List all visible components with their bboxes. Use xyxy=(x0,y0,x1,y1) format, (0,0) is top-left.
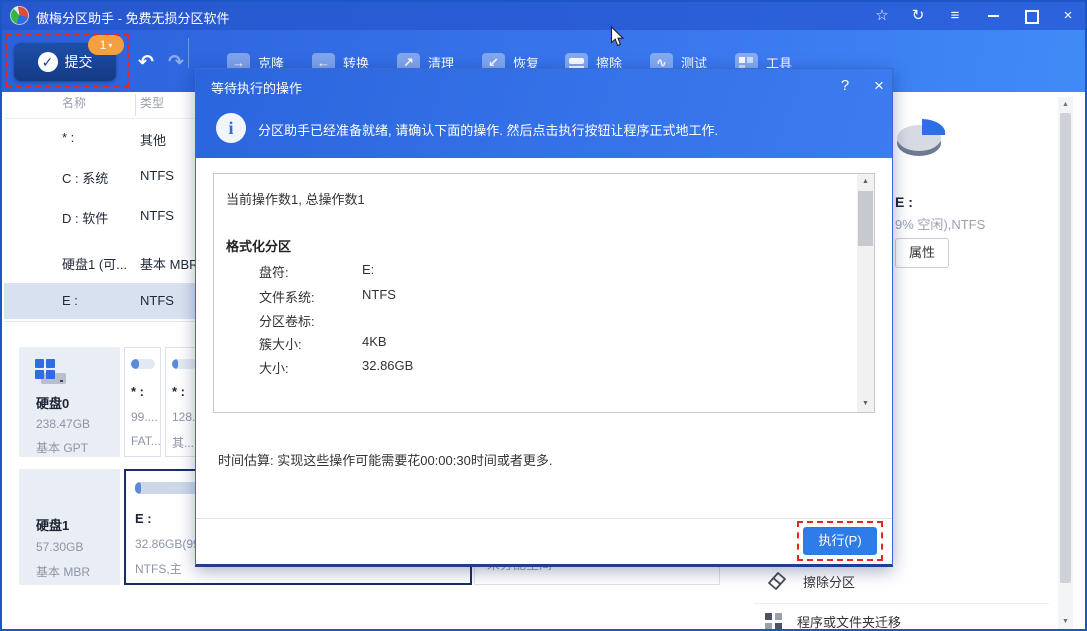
action-app-mover[interactable]: 程序或文件夹迁移 xyxy=(765,612,901,631)
table-row[interactable]: * : 其他 xyxy=(4,120,195,156)
app-logo-icon xyxy=(10,6,29,25)
undo-button[interactable]: ↶ xyxy=(135,52,157,74)
properties-button[interactable]: 属性 xyxy=(895,238,949,268)
row-type: 基本 MBR xyxy=(140,254,199,273)
pending-operations-badge[interactable]: 1 ▾ xyxy=(88,35,124,55)
pending-operations-dialog: 等待执行的操作 ? × i 分区助手已经准备就绪, 请确认下面的操作. 然后点击… xyxy=(195,68,893,567)
refresh-icon[interactable]: ↻ xyxy=(903,5,933,27)
row-name: C : 系统 xyxy=(62,168,108,187)
column-header-type[interactable]: 类型 xyxy=(140,94,164,111)
execute-button[interactable]: 执行(P) xyxy=(803,527,877,555)
scroll-down-icon[interactable]: ▼ xyxy=(857,396,874,412)
partition-fs: 其... xyxy=(172,434,194,451)
app-title: 傲梅分区助手 - 免费无损分区软件 xyxy=(36,8,230,27)
disk0-card[interactable]: 硬盘0 238.47GB 基本 GPT xyxy=(19,347,120,457)
table-row[interactable]: 硬盘1 (可... 基本 MBR xyxy=(4,244,195,280)
partition-label: * : xyxy=(131,384,144,399)
footer-divider xyxy=(196,518,892,519)
scroll-up-icon[interactable]: ▲ xyxy=(1058,97,1073,112)
disk1-card[interactable]: 硬盘1 57.30GB 基本 MBR xyxy=(19,469,120,585)
minimize-button[interactable] xyxy=(978,5,1008,27)
operations-summary: 当前操作数1, 总操作数1 xyxy=(226,189,365,208)
table-row[interactable]: C : 系统 NTFS xyxy=(4,158,195,194)
disk-size: 57.30GB xyxy=(36,540,83,554)
row-type: 其他 xyxy=(140,130,166,149)
action-label: 程序或文件夹迁移 xyxy=(797,612,901,631)
scrollbar-thumb[interactable] xyxy=(1060,113,1071,583)
detail-label: 簇大小: xyxy=(259,334,302,353)
partition-size: 99.... xyxy=(131,410,158,424)
row-type: NTFS xyxy=(140,208,174,223)
dialog-info-text: 分区助手已经准备就绪, 请确认下面的操作. 然后点击执行按钮让程序正式地工作. xyxy=(258,120,858,139)
check-icon: ✓ xyxy=(38,52,58,72)
detail-value: 4KB xyxy=(362,334,387,349)
dialog-header: 等待执行的操作 ? × i 分区助手已经准备就绪, 请确认下面的操作. 然后点击… xyxy=(196,69,892,158)
toolbar-divider xyxy=(188,38,189,68)
dialog-close-icon[interactable]: × xyxy=(868,75,890,97)
mouse-cursor xyxy=(610,26,625,53)
chevron-down-icon: ▾ xyxy=(108,41,112,50)
detail-value: E: xyxy=(362,262,374,277)
redo-button[interactable]: ↷ xyxy=(165,52,187,74)
usage-pie-chart xyxy=(895,112,947,167)
disk-icon xyxy=(35,359,67,387)
action-label: 擦除分区 xyxy=(803,572,855,591)
disk-style: 基本 GPT xyxy=(36,439,88,456)
disk-name: 硬盘0 xyxy=(36,393,69,412)
menu-icon[interactable]: ≡ xyxy=(940,5,970,27)
disk-style: 基本 MBR xyxy=(36,563,90,580)
row-name: 硬盘1 (可... xyxy=(62,254,127,273)
detail-label: 文件系统: xyxy=(259,287,315,306)
partition-label: * : xyxy=(172,384,185,399)
maximize-button[interactable] xyxy=(1017,5,1047,27)
close-button[interactable]: × xyxy=(1053,5,1083,27)
sidebar-partition-info: 9% 空闲),NTFS xyxy=(895,214,985,233)
row-type: NTFS xyxy=(140,168,174,183)
row-name: * : xyxy=(62,130,74,145)
detail-label: 大小: xyxy=(259,358,289,377)
disk-name: 硬盘1 xyxy=(36,515,69,534)
detail-value: NTFS xyxy=(362,287,396,302)
partition-size: 32.86GB(99 xyxy=(135,537,200,551)
info-icon: i xyxy=(216,113,246,143)
dialog-title: 等待执行的操作 xyxy=(211,78,302,97)
row-name: D : 软件 xyxy=(62,208,108,227)
eraser-icon xyxy=(765,568,789,595)
operation-title: 格式化分区 xyxy=(226,236,291,255)
partition-fs: FAT... xyxy=(131,434,161,448)
table-row[interactable]: D : 软件 NTFS xyxy=(4,198,195,234)
sidebar-scrollbar[interactable]: ▲ ▼ xyxy=(1058,97,1073,629)
operations-listbox[interactable]: 当前操作数1, 总操作数1 格式化分区 盘符: E: 文件系统: NTFS 分区… xyxy=(213,173,875,413)
usb-icon xyxy=(38,480,51,502)
time-estimate: 时间估算: 实现这些操作可能需要花00:00:30时间或者更多. xyxy=(218,450,552,469)
table-row-selected[interactable]: E : NTFS xyxy=(4,283,195,319)
column-header-name[interactable]: 名称 xyxy=(62,94,86,111)
app-mover-icon xyxy=(765,613,783,631)
submit-label: 提交 xyxy=(65,52,93,72)
detail-label: 分区卷标: xyxy=(259,311,315,330)
scrollbar-thumb[interactable] xyxy=(858,191,873,246)
disk0-partition1-block[interactable]: * : 99.... FAT... xyxy=(124,347,161,457)
pending-count: 1 xyxy=(100,38,107,52)
usb-icon xyxy=(36,248,49,270)
action-erase-partition[interactable]: 擦除分区 xyxy=(765,568,855,595)
detail-value: 32.86GB xyxy=(362,358,413,373)
sidebar-partition-name: E : xyxy=(895,194,913,210)
row-name: E : xyxy=(62,293,78,308)
panel-divider xyxy=(4,321,195,322)
app-window: 傲梅分区助手 - 免费无损分区软件 ☆ ↻ ≡ × ✓ 提交 1 ▾ ↶ ↷ →… xyxy=(0,0,1087,631)
favorite-icon[interactable]: ☆ xyxy=(867,5,897,27)
partition-fs: NTFS,主 xyxy=(135,560,182,577)
sidebar-divider xyxy=(754,603,1049,604)
partition-label: E : xyxy=(135,511,152,526)
scroll-down-icon[interactable]: ▼ xyxy=(1058,614,1073,629)
listbox-scrollbar[interactable]: ▲ ▼ xyxy=(857,174,874,412)
help-icon[interactable]: ? xyxy=(834,75,856,97)
disk-size: 238.47GB xyxy=(36,417,90,431)
scroll-up-icon[interactable]: ▲ xyxy=(857,174,874,190)
row-type: NTFS xyxy=(140,293,174,308)
column-divider xyxy=(135,94,136,116)
title-bar: 傲梅分区助手 - 免费无损分区软件 ☆ ↻ ≡ × xyxy=(2,2,1085,30)
detail-label: 盘符: xyxy=(259,262,289,281)
